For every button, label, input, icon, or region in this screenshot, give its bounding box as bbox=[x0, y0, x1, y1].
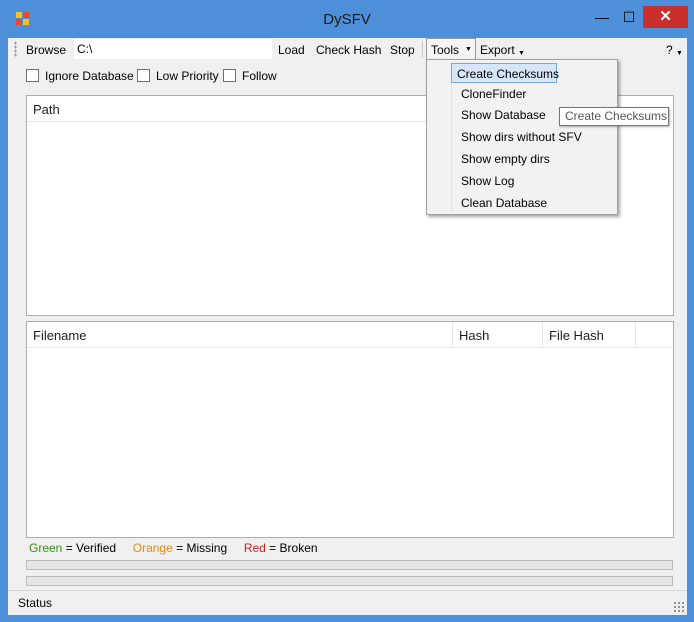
progress-bar-total bbox=[26, 560, 673, 570]
help-menu-button[interactable]: ? ▼ bbox=[664, 41, 683, 59]
menu-icon-column bbox=[429, 62, 452, 212]
legend-orange-text: = Missing bbox=[172, 541, 228, 555]
load-button[interactable]: Load bbox=[276, 41, 307, 59]
tooltip: Create Checksums bbox=[559, 107, 669, 126]
path-input[interactable] bbox=[74, 39, 272, 59]
legend-orange-word: Orange bbox=[132, 541, 173, 555]
legend-green-text: = Verified bbox=[62, 541, 117, 555]
export-menu-button[interactable]: Export ▼ bbox=[478, 41, 525, 59]
status-text: Status bbox=[18, 596, 53, 610]
progress-bar-file bbox=[26, 576, 673, 586]
close-button[interactable]: ✕ bbox=[643, 6, 688, 28]
follow-label: Follow bbox=[242, 69, 277, 83]
menu-item-create-checksums[interactable]: Create Checksums bbox=[451, 63, 559, 83]
help-menu-label: ? bbox=[666, 43, 673, 57]
file-list-header: Filename Hash File Hash bbox=[27, 322, 673, 348]
menu-item-show-database[interactable]: Show Database bbox=[455, 105, 546, 125]
tools-dropdown-menu: Create Checksums CloneFinder Show Databa… bbox=[426, 59, 618, 215]
resize-grip-icon[interactable] bbox=[673, 601, 684, 612]
ignore-database-checkbox[interactable] bbox=[26, 69, 39, 82]
legend-green-word: Green bbox=[29, 541, 63, 555]
follow-checkbox[interactable] bbox=[223, 69, 236, 82]
column-header-filename[interactable]: Filename bbox=[27, 322, 453, 347]
toolbar-separator bbox=[422, 41, 423, 58]
tools-menu-label: Tools bbox=[431, 43, 460, 57]
column-header-hash[interactable]: Hash bbox=[453, 322, 543, 347]
chevron-down-icon: ▼ bbox=[465, 46, 472, 53]
app-window: DySFV — ☐ ✕ Browse Load Check Hash Stop … bbox=[0, 0, 694, 622]
file-list[interactable]: Filename Hash File Hash bbox=[26, 321, 674, 538]
toolbar: Browse Load Check Hash Stop Tools ▼ Expo… bbox=[8, 38, 687, 60]
column-header-file-hash[interactable]: File Hash bbox=[543, 322, 636, 347]
menu-item-show-dirs-without-sfv[interactable]: Show dirs without SFV bbox=[455, 127, 582, 147]
low-priority-label: Low Priority bbox=[156, 69, 219, 83]
low-priority-checkbox[interactable] bbox=[137, 69, 150, 82]
maximize-button[interactable]: ☐ bbox=[616, 6, 642, 28]
toolbar-grip-icon[interactable] bbox=[14, 41, 17, 57]
menu-item-show-empty-dirs[interactable]: Show empty dirs bbox=[455, 149, 550, 169]
legend-red-text: = Broken bbox=[265, 541, 318, 555]
minimize-button[interactable]: — bbox=[588, 6, 616, 28]
legend: Green = Verified Orange = Missing Red = … bbox=[29, 541, 318, 555]
stop-button[interactable]: Stop bbox=[388, 41, 417, 59]
menu-item-show-log[interactable]: Show Log bbox=[455, 171, 514, 191]
legend-red-word: Red bbox=[243, 541, 266, 555]
status-bar: Status bbox=[8, 590, 687, 615]
check-hash-button[interactable]: Check Hash bbox=[314, 41, 383, 59]
chevron-down-icon: ▼ bbox=[676, 50, 683, 57]
menu-item-clean-database[interactable]: Clean Database bbox=[455, 193, 547, 213]
menu-item-clonefinder[interactable]: CloneFinder bbox=[455, 84, 526, 104]
client-area: Browse Load Check Hash Stop Tools ▼ Expo… bbox=[8, 38, 687, 615]
title-bar: DySFV — ☐ ✕ bbox=[0, 0, 694, 38]
ignore-database-label: Ignore Database bbox=[45, 69, 134, 83]
export-menu-label: Export bbox=[480, 43, 515, 57]
tools-menu-button[interactable]: Tools ▼ bbox=[426, 38, 476, 60]
browse-button[interactable]: Browse bbox=[24, 41, 68, 59]
